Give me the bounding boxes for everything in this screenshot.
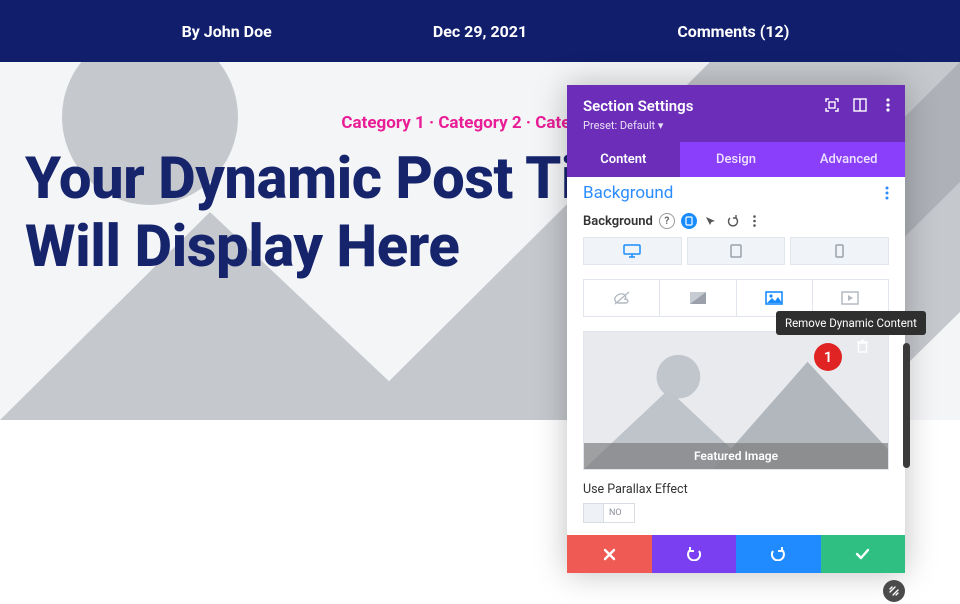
panel-body: Background Background ?: [567, 177, 905, 523]
bg-type-gradient-button[interactable]: [660, 280, 736, 316]
device-tablet-button[interactable]: [687, 237, 786, 265]
section-kebab-icon[interactable]: [885, 186, 889, 200]
undo-button[interactable]: [652, 535, 737, 573]
resize-handle-icon[interactable]: [883, 580, 905, 602]
panel-tabs: Content Design Advanced: [567, 142, 905, 177]
post-meta-bar: By John Doe Dec 29, 2021 Comments (12): [0, 0, 960, 62]
help-icon[interactable]: ?: [659, 213, 675, 229]
remove-dynamic-content-tooltip: Remove Dynamic Content: [776, 311, 926, 335]
field-kebab-icon[interactable]: [747, 213, 763, 229]
post-comments-link[interactable]: Comments (12): [607, 22, 860, 41]
parallax-label: Use Parallax Effect: [583, 482, 889, 497]
section-background-label: Background: [583, 183, 673, 203]
cancel-button[interactable]: [567, 535, 652, 573]
panel-footer: [567, 535, 905, 573]
responsive-tablet-icon[interactable]: [681, 213, 697, 229]
columns-icon[interactable]: [853, 98, 867, 112]
section-background-toggle[interactable]: Background: [583, 177, 889, 213]
annotation-marker-1: 1: [814, 343, 842, 371]
tab-content[interactable]: Content: [567, 142, 680, 177]
tab-design[interactable]: Design: [680, 142, 793, 177]
panel-header[interactable]: Section Settings Preset: Default ▾: [567, 85, 905, 142]
panel-preset[interactable]: Preset: Default ▾: [583, 119, 889, 132]
kebab-icon[interactable]: [881, 98, 895, 112]
background-image-preview[interactable]: Featured Image: [583, 331, 889, 470]
hover-icon[interactable]: [703, 213, 719, 229]
toggle-knob: [584, 504, 604, 522]
panel-scrollbar[interactable]: [903, 343, 910, 468]
device-desktop-button[interactable]: [583, 237, 682, 265]
reset-icon[interactable]: [725, 213, 741, 229]
background-field-label: Background: [583, 214, 653, 229]
preview-caption: Featured Image: [584, 443, 888, 469]
bg-type-color-button[interactable]: [584, 280, 660, 316]
post-author: By John Doe: [100, 22, 353, 41]
redo-button[interactable]: [736, 535, 821, 573]
post-date: Dec 29, 2021: [353, 22, 606, 41]
parallax-toggle[interactable]: NO: [583, 503, 635, 523]
background-field-label-row: Background ?: [583, 213, 889, 229]
confirm-button[interactable]: [821, 535, 906, 573]
trash-icon[interactable]: [856, 338, 869, 357]
tab-advanced[interactable]: Advanced: [792, 142, 905, 177]
toggle-state: NO: [604, 508, 622, 518]
expand-icon[interactable]: [825, 98, 839, 112]
responsive-device-row: [583, 237, 889, 265]
device-phone-button[interactable]: [790, 237, 889, 265]
